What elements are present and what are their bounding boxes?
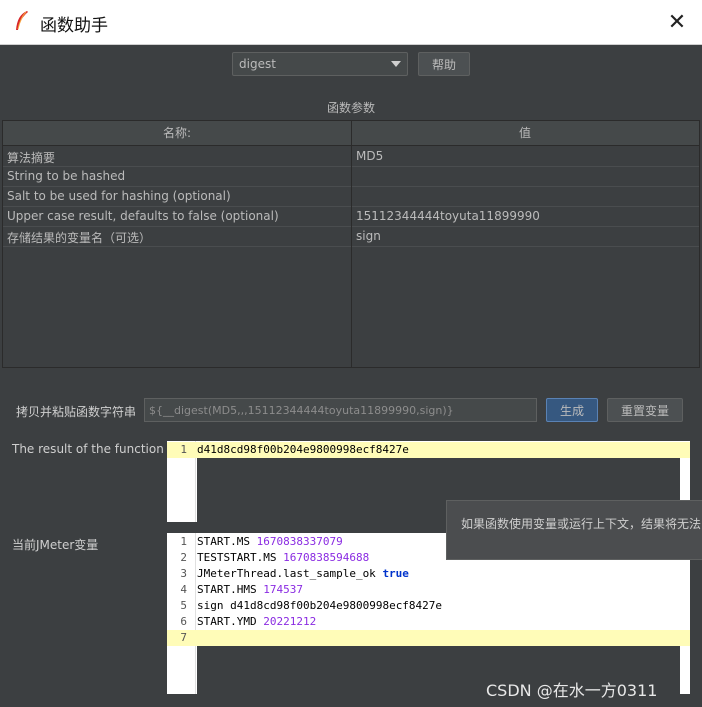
chevron-down-icon (391, 61, 401, 67)
result-label: The result of the function is (12, 442, 178, 456)
jmeter-vars-label: 当前JMeter变量 (12, 538, 99, 552)
var-line: 7 (167, 630, 690, 646)
header-value[interactable]: 值 (351, 121, 699, 145)
var-value: 174537 (263, 583, 303, 596)
params-section-label: 函数参数 (326, 101, 375, 115)
var-value: 1670838337079 (256, 535, 343, 548)
function-string-value: ${__digest(MD5,,,15112344444toyuta118999… (149, 404, 454, 417)
param-name: 算法摘要 (7, 151, 56, 165)
var-value: 1670838594688 (283, 551, 370, 564)
param-value[interactable]: MD5 (356, 149, 696, 163)
line-number: 7 (180, 631, 187, 644)
var-line: 6 START.YMD 20221212 (167, 614, 690, 630)
window-title: 函数助手 (40, 16, 108, 36)
column-divider (351, 145, 352, 367)
copy-label: 拷贝并粘贴函数字符串 (16, 405, 137, 419)
result-text[interactable]: d41d8cd98f00b204e9800998ecf8427e (197, 443, 409, 456)
param-name: Salt to be used for hashing (optional) (7, 189, 231, 203)
feather-icon (16, 11, 28, 30)
var-line-text[interactable]: JMeterThread.last_sample_ok true (197, 567, 409, 580)
var-line: 4 START.HMS 174537 (167, 582, 690, 598)
var-line-text[interactable]: TESTSTART.MS 1670838594688 (197, 551, 369, 564)
var-key: START.MS (197, 535, 257, 548)
function-select[interactable]: digest (232, 52, 408, 76)
var-key: JMeterThread.last_sample_ok (197, 567, 383, 580)
reset-variables-button[interactable]: 重置变量 (607, 398, 683, 422)
line-number: 2 (180, 551, 187, 564)
var-line-text[interactable]: START.MS 1670838337079 (197, 535, 343, 548)
var-value: true (382, 567, 409, 580)
watermark: CSDN @在水一方0311 (486, 681, 658, 700)
title-bar: 函数助手 ✕ (0, 0, 702, 45)
header-name[interactable]: 名称: (3, 121, 352, 145)
editor-line: 1 d41d8cd98f00b204e9800998ecf8427e (167, 442, 690, 458)
function-string-field[interactable]: ${__digest(MD5,,,15112344444toyuta118999… (144, 398, 537, 422)
help-button[interactable]: 帮助 (418, 52, 470, 76)
close-icon[interactable]: ✕ (660, 8, 694, 36)
var-line-text[interactable]: START.YMD 20221212 (197, 615, 316, 628)
var-line-text[interactable]: sign d41d8cd98f00b204e9800998ecf8427e (197, 599, 442, 612)
param-value[interactable]: 15112344444toyuta11899990 (356, 209, 696, 223)
param-value[interactable]: sign (356, 229, 696, 243)
param-name: 存储结果的变量名（可选） (7, 231, 152, 245)
var-line-text[interactable]: START.HMS 174537 (197, 583, 303, 596)
var-value: 20221212 (263, 615, 317, 628)
generate-button[interactable]: 生成 (546, 398, 598, 422)
line-number: 1 (180, 443, 187, 456)
line-number: 1 (180, 535, 187, 548)
var-key: TESTSTART.MS (197, 551, 284, 564)
tooltip-text: 如果函数使用变量或运行上下文，结果将无法 (461, 517, 702, 531)
line-number: 3 (180, 567, 187, 580)
tooltip: 如果函数使用变量或运行上下文，结果将无法 (446, 500, 702, 560)
param-name: Upper case result, defaults to false (op… (7, 209, 279, 223)
var-value: d41d8cd98f00b204e9800998ecf8427e (230, 599, 443, 612)
line-number: 6 (180, 615, 187, 628)
var-key: START.HMS (197, 583, 264, 596)
params-table: 名称: 值 算法摘要 MD5 String to be hashed Salt … (2, 120, 700, 368)
function-select-value: digest (239, 57, 276, 71)
table-header: 名称: 值 (3, 121, 699, 146)
var-key: START.YMD (197, 615, 264, 628)
var-key: sign (197, 599, 231, 612)
param-name: String to be hashed (7, 169, 126, 183)
var-line: 3 JMeterThread.last_sample_ok true (167, 566, 690, 582)
var-line: 5 sign d41d8cd98f00b204e9800998ecf8427e (167, 598, 690, 614)
line-number: 5 (180, 599, 187, 612)
line-number: 4 (180, 583, 187, 596)
